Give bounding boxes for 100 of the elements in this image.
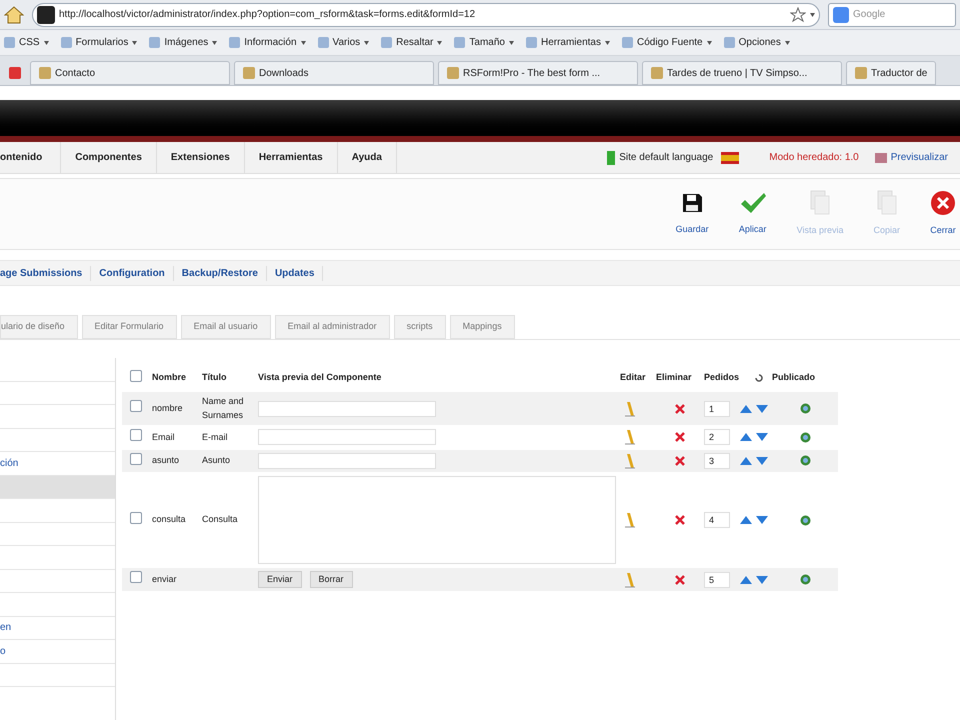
browser-tab[interactable]: RSForm!Pro - The best form ... — [438, 61, 638, 85]
order-field[interactable]: 1 — [704, 400, 730, 416]
move-down-icon[interactable] — [756, 576, 768, 584]
delete-icon[interactable] — [675, 456, 685, 466]
legacy-mode-label: Modo heredado: 1.0 — [769, 151, 859, 165]
published-icon[interactable] — [800, 574, 810, 585]
search-field[interactable]: Google — [828, 2, 956, 26]
published-icon[interactable] — [800, 455, 810, 466]
move-down-icon[interactable] — [756, 516, 768, 524]
column-header: Eliminar — [656, 372, 692, 382]
field-title: Name and Surnames — [202, 396, 244, 420]
caret-icon — [810, 12, 815, 16]
caret-icon — [212, 40, 218, 44]
preview-button[interactable]: Enviar — [258, 571, 302, 588]
move-up-icon[interactable] — [740, 404, 752, 412]
bookmark-menu[interactable]: Opciones — [724, 35, 790, 50]
submenu-link[interactable]: age Submissions — [0, 266, 92, 280]
tab-icon — [447, 67, 459, 79]
move-up-icon[interactable] — [740, 516, 752, 524]
move-down-icon[interactable] — [756, 456, 768, 465]
move-up-icon[interactable] — [740, 456, 752, 465]
checkbox[interactable] — [130, 571, 142, 584]
sidebar-item[interactable]: en — [0, 616, 115, 640]
form-tab[interactable]: scripts — [394, 315, 446, 339]
move-down-icon[interactable] — [756, 404, 768, 412]
toolbar-button[interactable]: Cerrar — [930, 190, 956, 238]
pencil-icon[interactable] — [624, 400, 636, 416]
star-icon[interactable] — [790, 6, 806, 22]
checkbox[interactable] — [130, 512, 142, 524]
published-icon[interactable] — [800, 432, 810, 443]
pencil-icon[interactable] — [624, 429, 636, 446]
delete-icon[interactable] — [675, 574, 685, 584]
menu-item[interactable]: Componentes — [61, 142, 157, 173]
move-down-icon[interactable] — [756, 433, 768, 442]
delete-icon[interactable] — [675, 432, 685, 442]
pencil-icon[interactable] — [624, 512, 636, 528]
order-field[interactable]: 5 — [704, 572, 730, 588]
checkbox[interactable] — [130, 370, 142, 382]
submenu-link[interactable]: Configuration — [91, 266, 174, 280]
order-field[interactable]: 4 — [704, 512, 730, 528]
checkbox[interactable] — [130, 429, 142, 441]
field-title: E-mail — [202, 432, 228, 442]
menu-item[interactable]: ontenido — [0, 142, 62, 173]
submenu-link[interactable]: Updates — [266, 266, 324, 280]
field-name: enviar — [152, 574, 177, 584]
bookmark-menu[interactable]: Tamaño — [454, 35, 514, 50]
pencil-icon[interactable] — [624, 452, 636, 469]
toolbar-button[interactable]: Aplicar — [738, 191, 767, 237]
bookmark-menu[interactable]: Herramientas — [526, 35, 610, 50]
bookmark-menu[interactable]: Imágenes — [149, 35, 218, 50]
bookmark-icon — [622, 37, 633, 48]
form-tab[interactable]: ulario de diseño — [0, 315, 78, 339]
language-label: Site default language — [619, 151, 714, 165]
address-field[interactable]: http://localhost/victor/administrator/index.php?option=com_rsform&task=forms.edit&formId=12 — [32, 2, 820, 26]
bookmark-menu[interactable]: Código Fuente — [622, 35, 712, 50]
menu-item[interactable]: Extensiones — [156, 142, 245, 173]
bookmark-icon — [724, 37, 735, 48]
menu-item[interactable]: Ayuda — [338, 142, 397, 173]
order-field[interactable]: 2 — [704, 429, 730, 446]
field-title: Consulta — [202, 514, 238, 524]
toolbar-button[interactable]: Guardar — [676, 191, 709, 237]
order-field[interactable]: 3 — [704, 452, 730, 469]
flag-icon — [721, 152, 740, 164]
preview-link[interactable]: Previsualizar — [874, 150, 948, 165]
published-icon[interactable] — [800, 403, 810, 414]
browser-tab[interactable]: Traductor de — [846, 61, 936, 85]
published-icon[interactable] — [800, 514, 810, 526]
home-icon[interactable] — [4, 6, 24, 24]
checkbox[interactable] — [130, 452, 142, 464]
preview-button[interactable]: Borrar — [310, 571, 353, 588]
form-tab[interactable]: Mappings — [450, 315, 515, 339]
delete-icon[interactable] — [675, 404, 685, 414]
bookmark-icon — [318, 37, 329, 48]
column-header: Nombre — [152, 372, 186, 382]
browser-tab[interactable]: Downloads — [234, 61, 434, 85]
column-header: Vista previa del Componente — [258, 372, 382, 382]
caret-icon — [784, 40, 790, 44]
refresh-icon[interactable] — [754, 373, 764, 383]
bookmark-menu[interactable]: Formularios — [60, 35, 138, 50]
bookmark-menu[interactable]: CSS — [4, 35, 49, 50]
tab-title: Downloads — [259, 66, 310, 80]
form-tab[interactable]: Email al administrador — [274, 315, 390, 339]
checkbox[interactable] — [130, 400, 142, 412]
form-tab[interactable]: Editar Formulario — [82, 315, 177, 339]
pencil-icon[interactable] — [624, 572, 636, 588]
bookmark-menu[interactable]: Resaltar — [381, 35, 442, 50]
form-tab[interactable]: Email al usuario — [180, 315, 271, 339]
move-up-icon[interactable] — [740, 433, 752, 442]
tab-title: Traductor de — [871, 66, 928, 80]
bookmark-menu[interactable]: Varios — [318, 35, 370, 50]
bookmark-icon — [229, 37, 240, 48]
bookmark-menu[interactable]: Información — [229, 35, 306, 50]
search-input[interactable]: Google — [853, 7, 933, 22]
submenu-link[interactable]: Backup/Restore — [174, 266, 267, 280]
column-header: Título — [202, 372, 226, 382]
bookmark-icon — [149, 37, 160, 48]
browser-tab[interactable]: Tardes de trueno | TV Simpso... — [642, 61, 842, 85]
move-up-icon[interactable] — [740, 576, 752, 584]
delete-icon[interactable] — [675, 515, 685, 525]
menu-item[interactable]: Herramientas — [244, 142, 338, 173]
